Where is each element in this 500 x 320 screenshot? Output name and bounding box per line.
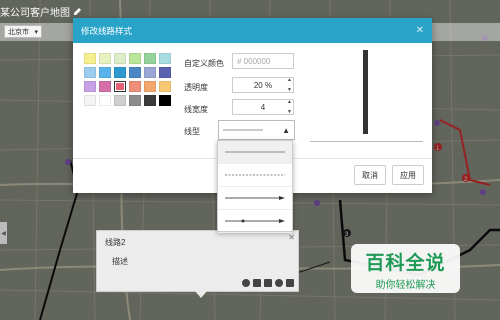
- chevron-down-icon: ▾: [34, 28, 38, 36]
- color-swatch[interactable]: [159, 81, 171, 92]
- card-toolbar: [242, 279, 294, 287]
- color-swatch[interactable]: [114, 53, 126, 64]
- custom-color-placeholder: # 000000: [237, 56, 271, 66]
- width-stepper[interactable]: ▲ ▼: [285, 99, 294, 115]
- card-description: 描述: [112, 257, 128, 266]
- app-title-text: 某公司客户地图: [0, 7, 70, 19]
- color-swatch[interactable]: [99, 67, 111, 78]
- dashed-line-icon: [225, 174, 285, 176]
- watermark-title: 百科全说: [365, 253, 446, 274]
- collapse-panel-button[interactable]: ◀: [0, 222, 7, 244]
- linetype-option-solid[interactable]: [218, 141, 292, 164]
- color-swatch[interactable]: [144, 81, 156, 92]
- route-info-card: 线路2 ✕ 描述: [96, 230, 299, 298]
- color-swatch[interactable]: [99, 95, 111, 106]
- color-swatch[interactable]: [159, 67, 171, 78]
- pencil-icon[interactable]: [73, 7, 82, 16]
- dialog-title: 修改线路样式: [81, 25, 133, 36]
- custom-color-input[interactable]: # 000000: [232, 53, 294, 69]
- color-swatch[interactable]: [114, 81, 126, 92]
- opacity-label: 透明度: [184, 83, 208, 92]
- color-swatch[interactable]: [159, 95, 171, 106]
- color-swatch[interactable]: [129, 67, 141, 78]
- card-title: 线路2: [105, 238, 126, 247]
- color-swatch[interactable]: [84, 95, 96, 106]
- opacity-unit: %: [265, 80, 273, 90]
- close-icon[interactable]: ✕: [288, 233, 295, 242]
- linetype-option-arrow[interactable]: [218, 187, 292, 210]
- color-swatch[interactable]: [114, 95, 126, 106]
- chevron-left-icon: ◀: [1, 230, 6, 237]
- linetype-option-dashed[interactable]: [218, 164, 292, 187]
- custom-color-label: 自定义颜色: [184, 59, 224, 68]
- color-swatch[interactable]: [144, 53, 156, 64]
- line-preview: [363, 50, 368, 134]
- solid-line-icon: [225, 151, 285, 153]
- linetype-selected-preview: [223, 129, 263, 131]
- opacity-stepper[interactable]: ▲ ▼: [285, 77, 294, 93]
- width-label: 线宽度: [184, 105, 208, 114]
- color-swatch-grid: [84, 53, 171, 106]
- color-swatch[interactable]: [99, 53, 111, 64]
- city-select-value: 北京市: [8, 28, 29, 36]
- color-swatch[interactable]: [129, 95, 141, 106]
- close-icon[interactable]: ✕: [416, 25, 424, 36]
- color-swatch[interactable]: [129, 53, 141, 64]
- dot-arrow-line-icon: [225, 219, 285, 223]
- camera-icon[interactable]: [264, 279, 272, 287]
- dialog-header: 修改线路样式 ✕: [73, 18, 432, 43]
- color-swatch[interactable]: [114, 67, 126, 78]
- linetype-select[interactable]: ▲: [218, 120, 295, 140]
- color-swatch[interactable]: [84, 53, 96, 64]
- color-swatch[interactable]: [159, 53, 171, 64]
- refresh-icon[interactable]: [275, 279, 283, 287]
- apply-button[interactable]: 应用: [392, 165, 424, 185]
- opacity-value: 20: [253, 80, 263, 90]
- trash-icon[interactable]: [286, 279, 294, 287]
- color-swatch[interactable]: [99, 81, 111, 92]
- color-swatch[interactable]: [129, 81, 141, 92]
- city-select[interactable]: 北京市 ▾: [4, 25, 42, 38]
- linetype-option-dot-arrow[interactable]: [218, 210, 292, 233]
- palette-icon[interactable]: [242, 279, 250, 287]
- color-swatch[interactable]: [144, 67, 156, 78]
- arrow-line-icon: [225, 196, 285, 200]
- app-title: 某公司客户地图: [0, 4, 82, 19]
- preview-divider: [310, 141, 423, 142]
- width-value: 4: [260, 102, 266, 112]
- linetype-label: 线型: [184, 127, 200, 136]
- caret-up-icon: ▲: [282, 125, 290, 135]
- color-swatch[interactable]: [84, 67, 96, 78]
- watermark-logo: 百科全说 助你轻松解决: [351, 244, 460, 293]
- color-swatch[interactable]: [84, 81, 96, 92]
- cancel-button[interactable]: 取消: [354, 165, 386, 185]
- watermark-subtitle: 助你轻松解决: [375, 280, 436, 291]
- linetype-dropdown: [217, 140, 293, 233]
- color-swatch[interactable]: [144, 95, 156, 106]
- grid-icon[interactable]: [253, 279, 261, 287]
